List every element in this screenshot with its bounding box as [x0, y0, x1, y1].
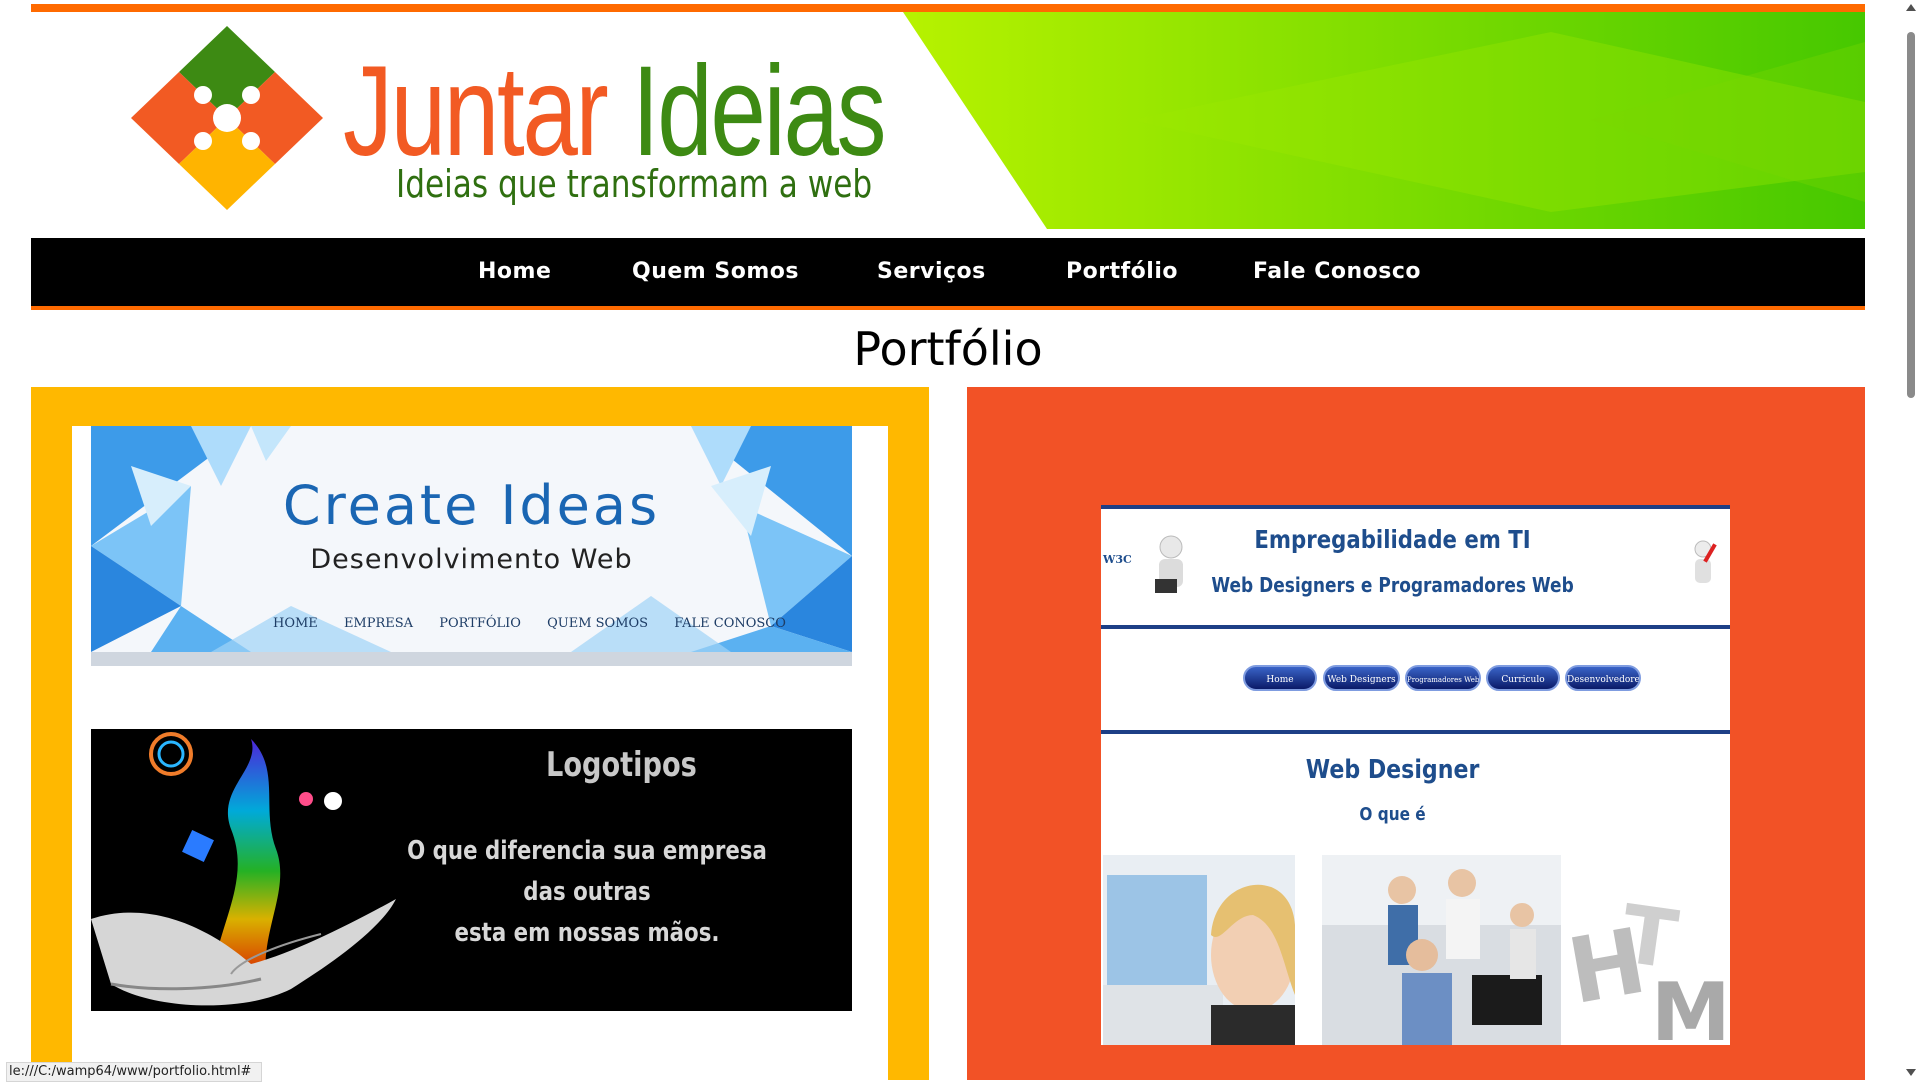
create-ideas-title: Create Ideas	[282, 474, 661, 537]
create-ideas-menu-item: EMPRESA	[343, 616, 414, 631]
create-ideas-menu: HOME EMPRESA PORTFÓLIO QUEM SOMOS FALE C…	[273, 616, 808, 631]
portfolio-item-create-ideas[interactable]: Create Ideas Desenvolvimento Web HOME EM…	[91, 426, 852, 666]
logotipos-text: O que diferencia sua empresa das outras …	[341, 831, 833, 954]
header-top-line	[31, 4, 1865, 12]
portfolio-panel-right: W3C Empregabilidade em TI Web Designers …	[967, 387, 1865, 1080]
scroll-down-arrow-icon[interactable]	[1906, 1069, 1916, 1076]
emp-button-programadores-web[interactable]: Programadores Web	[1405, 665, 1481, 691]
divider	[1101, 505, 1730, 509]
portfolio-item-empregabilidade[interactable]: W3C Empregabilidade em TI Web Designers …	[1101, 505, 1730, 1045]
brand-slogan: Ideias que transformam a web	[396, 162, 873, 206]
logotipos-line: das outras	[523, 877, 651, 907]
svg-text:M: M	[1651, 966, 1730, 1045]
nav-item-portfolio[interactable]: Portfólio	[1066, 238, 1178, 306]
create-ideas-menu-item: PORTFÓLIO	[439, 616, 521, 631]
vertical-scrollbar[interactable]	[1903, 0, 1920, 1080]
divider	[1101, 625, 1730, 629]
logotipos-heading: Logotipos	[546, 745, 697, 785]
emp-button-home[interactable]: Home	[1243, 665, 1317, 691]
emp-subtitle: Web Designers e Programadores Web	[1211, 573, 1574, 597]
html-letters-graphic: H T M	[1561, 855, 1730, 1045]
create-ideas-menu-item: FALE CONOSCO	[674, 616, 786, 631]
emp-button-web-designers[interactable]: Web Designers	[1323, 665, 1400, 691]
puzzle-logo-icon	[131, 26, 323, 210]
nav-item-home[interactable]: Home	[478, 238, 551, 306]
emp-button-desenvolvedores[interactable]: Desenvolvedores	[1565, 665, 1641, 691]
page: Juntar Ideias Ideias que transformam a w…	[31, 0, 1865, 1080]
portfolio-panel-left: Create Ideas Desenvolvimento Web HOME EM…	[31, 387, 929, 1080]
create-ideas-subtitle: Desenvolvimento Web	[310, 544, 633, 575]
logotipos-line: esta em nossas mãos.	[454, 918, 720, 948]
woman-laptop-photo	[1103, 855, 1295, 1045]
tools-figure-icon	[1694, 540, 1717, 583]
scroll-up-arrow-icon[interactable]	[1906, 4, 1916, 11]
create-ideas-menu-item: HOME	[273, 616, 318, 631]
emp-button-curriculo[interactable]: Curriculo	[1486, 665, 1560, 691]
logotipos-line: O que diferencia sua empresa	[407, 836, 767, 866]
portfolio-item-logotipos[interactable]: Logotipos O que diferencia sua empresa d…	[91, 729, 852, 1011]
team-meeting-photo	[1322, 855, 1561, 1045]
status-bar-url: le:///C:/wamp64/www/portfolio.html#	[6, 1062, 263, 1082]
header-banner: Juntar Ideias Ideias que transformam a w…	[31, 12, 1865, 229]
scroll-thumb[interactable]	[1907, 32, 1915, 398]
brand-name: Juntar Ideias	[343, 48, 887, 176]
portfolio-panel-left-inner: Create Ideas Desenvolvimento Web HOME EM…	[72, 426, 888, 1080]
page-title: Portfólio	[853, 322, 1043, 376]
emp-section-subtitle: O que é	[1359, 804, 1426, 825]
w3c-logo: W3C	[1103, 553, 1132, 566]
emp-section-title: Web Designer	[1305, 755, 1480, 785]
nav-item-fale-conosco[interactable]: Fale Conosco	[1253, 238, 1421, 306]
nav-item-quem-somos[interactable]: Quem Somos	[632, 238, 799, 306]
create-ideas-menu-item: QUEM SOMOS	[547, 616, 649, 631]
main-nav: Home Quem Somos Serviços Portfólio Fale …	[31, 238, 1865, 310]
emp-title: Empregabilidade em TI	[1254, 525, 1531, 554]
divider	[1101, 730, 1730, 734]
nav-item-servicos[interactable]: Serviços	[877, 238, 986, 306]
